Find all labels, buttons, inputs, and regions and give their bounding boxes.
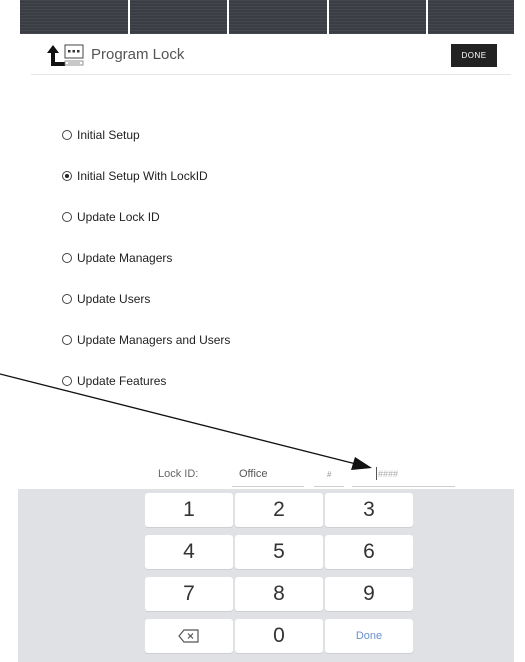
upload-lock-icon[interactable] [43, 41, 87, 71]
option-initial-setup-with-lockid[interactable]: Initial Setup With LockID [62, 169, 208, 183]
key-4[interactable]: 4 [145, 535, 233, 569]
key-9[interactable]: 9 [325, 577, 413, 611]
radio-button-selected[interactable] [62, 171, 72, 181]
key-8[interactable]: 8 [235, 577, 323, 611]
lock-name-field[interactable]: Office [239, 468, 268, 480]
radio-button[interactable] [62, 130, 72, 140]
lock-name-underline [232, 486, 304, 487]
option-label: Update Users [77, 292, 151, 306]
lock-number-placeholder: #### [378, 469, 399, 479]
page-title: Program Lock [91, 46, 185, 63]
status-bar [0, 0, 525, 34]
radio-button[interactable] [62, 294, 72, 304]
numeric-keypad: 1 2 3 4 5 6 7 8 9 0 Done [18, 489, 514, 662]
status-bar-divider [426, 0, 428, 34]
radio-button[interactable] [62, 253, 72, 263]
backspace-key[interactable] [145, 619, 233, 653]
radio-button[interactable] [62, 212, 72, 222]
status-bar-background [18, 0, 514, 34]
status-bar-divider [227, 0, 229, 34]
hash-label: # [327, 470, 332, 479]
lock-id-row: Lock ID: Office # #### [0, 460, 525, 488]
option-update-managers-and-users[interactable]: Update Managers and Users [62, 333, 230, 347]
done-button[interactable]: DONE [451, 44, 497, 67]
status-bar-divider [128, 0, 130, 34]
option-update-users[interactable]: Update Users [62, 292, 150, 306]
key-5[interactable]: 5 [235, 535, 323, 569]
key-6[interactable]: 6 [325, 535, 413, 569]
option-label: Update Managers [77, 251, 173, 265]
status-bar-divider [327, 0, 329, 34]
option-initial-setup[interactable]: Initial Setup [62, 128, 140, 142]
key-7[interactable]: 7 [145, 577, 233, 611]
option-label: Initial Setup [77, 128, 140, 142]
key-3[interactable]: 3 [325, 493, 413, 527]
radio-button[interactable] [62, 335, 72, 345]
lock-number-input[interactable]: #### [352, 463, 452, 485]
key-2[interactable]: 2 [235, 493, 323, 527]
text-cursor [376, 467, 377, 480]
lock-id-label: Lock ID: [158, 468, 199, 480]
key-1[interactable]: 1 [145, 493, 233, 527]
app-header: Program Lock DONE [31, 34, 511, 75]
radio-button[interactable] [62, 376, 72, 386]
hash-underline [314, 486, 344, 487]
option-label: Initial Setup With LockID [77, 169, 208, 183]
option-update-lock-id[interactable]: Update Lock ID [62, 210, 160, 224]
lock-number-underline [352, 486, 455, 487]
key-0[interactable]: 0 [235, 619, 323, 653]
keypad-done-key[interactable]: Done [325, 619, 413, 653]
status-bar-divider [18, 0, 20, 34]
option-label: Update Lock ID [77, 210, 160, 224]
option-label: Update Managers and Users [77, 333, 231, 347]
option-update-managers[interactable]: Update Managers [62, 251, 172, 265]
backspace-icon [178, 629, 199, 643]
option-label: Update Features [77, 374, 167, 388]
option-update-features[interactable]: Update Features [62, 374, 166, 388]
